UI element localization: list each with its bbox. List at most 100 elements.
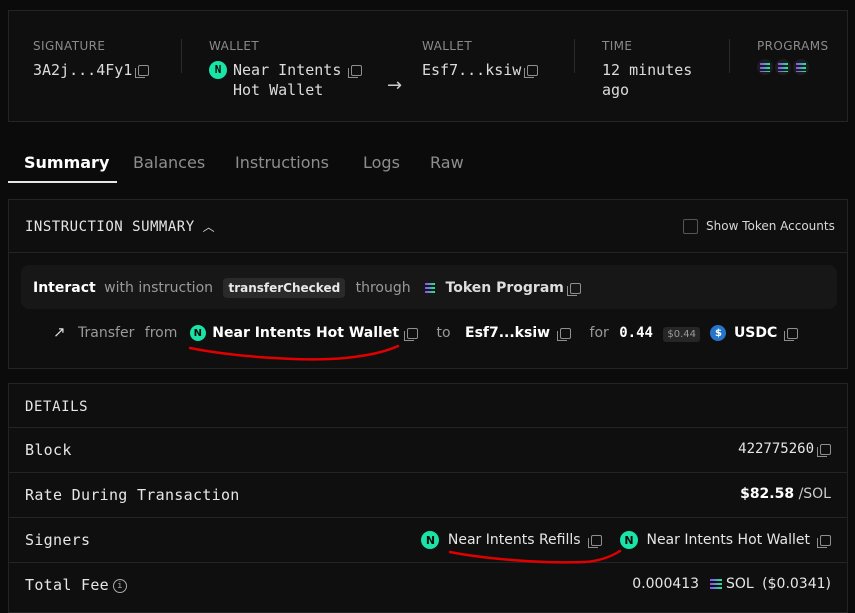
from-wallet-value[interactable]: N Near Intents Hot Wallet (209, 60, 363, 100)
copy-icon[interactable] (135, 65, 150, 78)
to-wallet-text: Esf7...ksiw (422, 61, 522, 79)
transfer-label: Transfer (78, 325, 135, 341)
program-icons (757, 59, 829, 75)
copy-icon[interactable] (784, 327, 799, 341)
transfer-amount: 0.44 (619, 325, 653, 341)
instruction-summary-toggle[interactable]: INSTRUCTION SUMMARY ︿ (25, 218, 215, 235)
transaction-header: SIGNATURE 3A2j...4Fy1 WALLET N Near Inte… (8, 10, 848, 122)
time-label: TIME (602, 39, 633, 53)
from-wallet-name-line1: Near Intents (233, 61, 342, 79)
fee-amount: 0.000413 (632, 576, 700, 592)
active-tab-indicator (8, 181, 117, 183)
copy-icon[interactable] (817, 443, 831, 457)
time-line2: ago (602, 81, 630, 99)
divider (181, 39, 182, 73)
signature-text: 3A2j...4Fy1 (33, 61, 133, 79)
from-wallet-name-line2: Hot Wallet (233, 81, 324, 99)
divider (574, 39, 575, 73)
signer-link[interactable]: Near Intents Refills (448, 532, 581, 548)
near-icon: N (209, 61, 227, 79)
total-fee-label: Total Fee i (25, 576, 127, 594)
usdc-token-link[interactable]: USDC (734, 325, 777, 341)
to-wallet-value[interactable]: Esf7...ksiw (422, 60, 539, 80)
near-icon: N (189, 325, 206, 341)
rate-unit: /SOL (798, 486, 831, 502)
time-line1: 12 minutes (602, 61, 693, 79)
instruction-line: Interact with instruction transferChecke… (33, 278, 581, 298)
total-fee-value: 0.000413 SOL ($0.0341) (632, 576, 831, 592)
time-value: 12 minutes ago (602, 60, 692, 100)
total-fee-row: Total Fee i 0.000413 SOL ($0.0341) (9, 562, 847, 607)
signature-label: SIGNATURE (33, 39, 106, 53)
interact-label: Interact (33, 280, 96, 296)
tab-balances[interactable]: Balances (133, 153, 205, 172)
signer-link[interactable]: Near Intents Hot Wallet (646, 532, 810, 548)
to-text: to (436, 325, 451, 341)
from-wallet-field: WALLET N Near Intents Hot Wallet (209, 39, 363, 100)
block-row: Block 422775260 (9, 427, 847, 472)
sol-icon (709, 578, 722, 590)
tab-raw[interactable]: Raw (430, 153, 464, 172)
tab-summary[interactable]: Summary (24, 153, 109, 172)
solana-program-icon[interactable] (775, 59, 791, 75)
divider (9, 252, 847, 253)
copy-icon[interactable] (348, 65, 363, 78)
from-wallet-name: Near Intents Hot Wallet (233, 60, 341, 100)
usdc-icon: $ (710, 325, 727, 341)
token-program-icon (425, 283, 436, 293)
time-field: TIME 12 minutes ago (602, 39, 692, 100)
show-token-accounts-label[interactable]: Show Token Accounts (706, 219, 835, 233)
rate-amount: $82.58 (740, 486, 795, 502)
block-number: 422775260 (738, 441, 814, 457)
fee-usd: ($0.0341) (762, 576, 831, 592)
to-wallet-field: WALLET Esf7...ksiw (422, 39, 539, 80)
copy-icon[interactable] (587, 534, 602, 548)
signature-field: SIGNATURE 3A2j...4Fy1 (33, 39, 150, 80)
arrow-right-icon: → (387, 75, 403, 96)
token-program-link[interactable]: Token Program (446, 280, 564, 296)
transfer-line: ↗ Transfer from N Near Intents Hot Walle… (53, 323, 799, 342)
near-icon: N (620, 531, 639, 549)
total-fee-text: Total Fee (25, 576, 109, 594)
block-value[interactable]: 422775260 (738, 441, 831, 457)
wallet-label: WALLET (209, 39, 260, 53)
arrow-up-right-icon: ↗ (53, 323, 66, 341)
signers-label: Signers (25, 531, 91, 549)
from-wallet-link[interactable]: Near Intents Hot Wallet (212, 325, 399, 341)
info-icon[interactable]: i (112, 578, 127, 593)
solana-program-icon[interactable] (793, 59, 809, 75)
signature-value[interactable]: 3A2j...4Fy1 (33, 60, 150, 80)
programs-label: PROGRAMS (757, 39, 829, 53)
tab-logs[interactable]: Logs (363, 153, 400, 172)
details-panel: DETAILS Block 422775260 Rate During Tran… (8, 383, 848, 613)
rate-row: Rate During Transaction $82.58 /SOL (9, 472, 847, 517)
instruction-name-badge: transferChecked (223, 278, 346, 298)
instruction-summary-panel: INSTRUCTION SUMMARY ︿ Show Token Accounts… (8, 199, 848, 369)
for-text: for (589, 325, 609, 341)
near-icon: N (421, 531, 440, 549)
show-token-accounts-checkbox[interactable] (683, 219, 698, 234)
copy-icon[interactable] (557, 327, 572, 341)
to-wallet-link[interactable]: Esf7...ksiw (465, 325, 550, 341)
copy-icon[interactable] (404, 327, 419, 341)
wallet-label: WALLET (422, 39, 473, 53)
from-text: from (144, 325, 178, 341)
programs-field: PROGRAMS (757, 39, 829, 75)
tab-instructions[interactable]: Instructions (235, 153, 329, 172)
divider (729, 39, 730, 73)
fee-token: SOL (726, 576, 754, 592)
usd-value-badge: $0.44 (663, 327, 701, 342)
rate-label: Rate During Transaction (25, 486, 240, 504)
rate-value: $82.58 /SOL (740, 486, 831, 502)
details-title: DETAILS (25, 399, 89, 415)
through-text: through (355, 280, 411, 296)
signers-value: N Near Intents Refills N Near Intents Ho… (421, 531, 831, 549)
copy-icon[interactable] (817, 534, 831, 548)
instruction-summary-title: INSTRUCTION SUMMARY (25, 219, 195, 235)
solana-program-icon[interactable] (757, 59, 773, 75)
copy-icon[interactable] (566, 282, 581, 296)
copy-icon[interactable] (524, 65, 539, 78)
instruction-card: Interact with instruction transferChecke… (21, 265, 837, 309)
chevron-up-icon: ︿ (202, 220, 216, 234)
with-instruction-text: with instruction (104, 280, 214, 296)
